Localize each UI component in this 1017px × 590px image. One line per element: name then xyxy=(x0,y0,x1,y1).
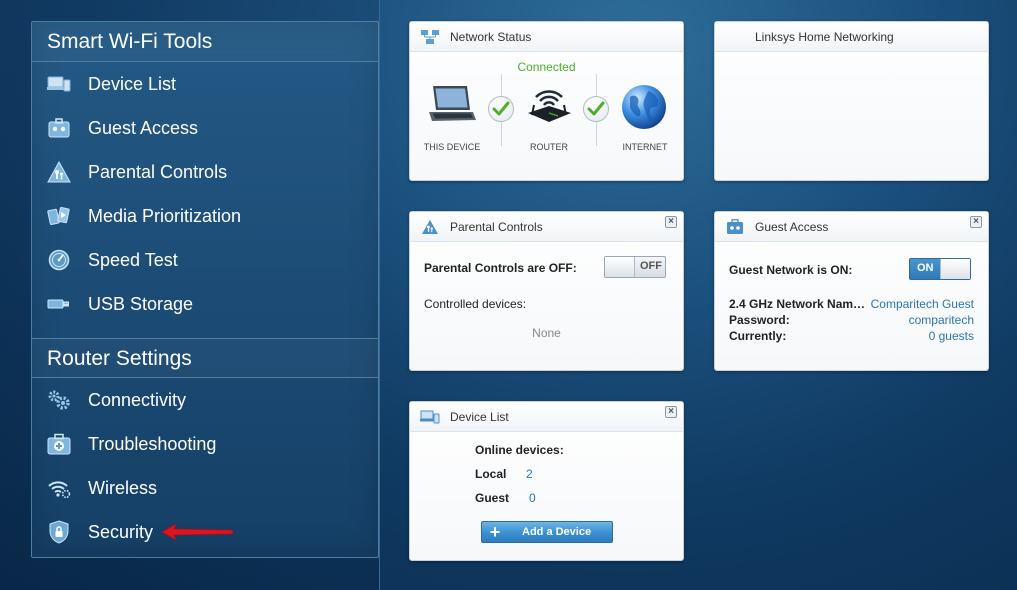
password-value[interactable]: comparitech xyxy=(909,313,974,327)
sidebar-item-device-list[interactable]: Device List xyxy=(32,62,378,106)
toggle-knob xyxy=(940,259,970,279)
sidebar-item-label: Device List xyxy=(88,73,177,94)
online-devices-label: Online devices: xyxy=(475,443,564,457)
widget-title: Device List xyxy=(450,409,509,424)
speed-test-icon xyxy=(46,247,72,273)
device-list-icon xyxy=(46,71,72,97)
widget-header: Device List × xyxy=(410,402,683,432)
guest-value[interactable]: 0 xyxy=(529,491,536,505)
widget-header: Parental Controls × xyxy=(410,212,683,242)
router-label: ROUTER xyxy=(530,142,568,152)
network-status-widget: Network Status Connected THIS DEVICE ROU… xyxy=(409,21,684,181)
guest-access-icon xyxy=(725,218,745,235)
device-list-icon xyxy=(420,409,440,425)
sidebar-item-label: Troubleshooting xyxy=(88,433,217,454)
sidebar-item-usb-storage[interactable]: USB Storage xyxy=(32,282,378,326)
sidebar-item-label: Media Prioritization xyxy=(88,205,242,226)
sidebar-menu: Smart Wi-Fi Tools Device List Guest Acce… xyxy=(31,21,379,558)
gears-icon xyxy=(46,387,72,413)
usb-storage-icon xyxy=(46,291,72,317)
sidebar-item-security[interactable]: Security xyxy=(32,510,378,554)
laptop-icon xyxy=(427,84,477,131)
sidebar-region: Smart Wi-Fi Tools Device List Guest Acce… xyxy=(0,0,380,590)
sidebar-item-label: Security xyxy=(88,521,154,542)
sidebar-item-guest-access[interactable]: Guest Access xyxy=(32,106,378,150)
local-label: Local xyxy=(475,467,507,481)
media-prioritization-icon xyxy=(46,203,72,229)
currently-label: Currently: xyxy=(729,329,787,343)
internet-label: INTERNET xyxy=(622,142,668,152)
sidebar-item-label: Speed Test xyxy=(88,249,178,270)
sidebar-item-label: Wireless xyxy=(88,477,158,498)
local-value[interactable]: 2 xyxy=(526,467,533,481)
add-device-button[interactable]: + Add a Device xyxy=(481,521,613,543)
widget-title: Network Status xyxy=(450,29,532,44)
sidebar-item-speed-test[interactable]: Speed Test xyxy=(32,238,378,282)
sidebar-item-parental-controls[interactable]: Parental Controls xyxy=(32,150,378,194)
red-arrow-icon xyxy=(160,523,236,546)
sidebar-item-wireless[interactable]: Wireless xyxy=(32,466,378,510)
currently-value[interactable]: 0 guests xyxy=(929,329,974,343)
smart-wifi-tools-title: Smart Wi-Fi Tools xyxy=(32,22,378,62)
router-settings-title: Router Settings xyxy=(32,338,378,378)
first-aid-icon xyxy=(46,431,72,457)
close-icon[interactable]: × xyxy=(665,216,677,228)
sidebar-item-label: USB Storage xyxy=(88,293,194,314)
sidebar-item-label: Guest Access xyxy=(88,117,199,138)
plus-icon: + xyxy=(489,522,501,542)
network-name-label: 2.4 GHz Network Nam… xyxy=(729,297,866,311)
guest-label: Guest xyxy=(475,491,510,505)
this-device-label: THIS DEVICE xyxy=(423,142,481,152)
widget-title: Guest Access xyxy=(755,219,829,234)
controlled-devices-value: None xyxy=(532,326,561,340)
sidebar-item-connectivity[interactable]: Connectivity xyxy=(32,378,378,422)
widget-header: Linksys Home Networking xyxy=(715,22,988,52)
wireless-icon xyxy=(46,475,72,501)
password-row: Password: comparitech xyxy=(729,313,974,327)
widget-header: Guest Access × xyxy=(715,212,988,242)
parental-status-label: Parental Controls are OFF: xyxy=(424,261,577,275)
check-icon xyxy=(583,96,609,122)
toggle-state: ON xyxy=(917,262,934,274)
parental-controls-icon xyxy=(46,159,72,185)
currently-row: Currently: 0 guests xyxy=(729,329,974,343)
close-icon[interactable]: × xyxy=(970,216,982,228)
sidebar-item-troubleshooting[interactable]: Troubleshooting xyxy=(32,422,378,466)
router-icon xyxy=(524,87,574,130)
parental-controls-icon xyxy=(420,219,440,235)
device-list-widget: Device List × Online devices: Local 2 Gu… xyxy=(409,401,684,561)
close-icon[interactable]: × xyxy=(665,406,677,418)
shield-lock-icon xyxy=(46,519,72,545)
connection-status: Connected xyxy=(517,60,576,74)
guest-status-label: Guest Network is ON: xyxy=(729,263,853,277)
toggle-state: OFF xyxy=(640,260,662,272)
globe-icon xyxy=(620,83,668,136)
guest-access-icon xyxy=(46,115,72,141)
add-device-label: Add a Device xyxy=(522,526,592,538)
network-name-value[interactable]: Comparitech Guest xyxy=(871,297,974,311)
guest-network-toggle[interactable]: ON xyxy=(909,258,971,280)
network-name-row: 2.4 GHz Network Nam… Comparitech Guest xyxy=(729,297,974,311)
linksys-home-networking-widget: Linksys Home Networking xyxy=(714,21,989,181)
check-icon xyxy=(488,96,514,122)
sidebar-item-media-prioritization[interactable]: Media Prioritization xyxy=(32,194,378,238)
guest-access-widget: Guest Access × Guest Network is ON: ON 2… xyxy=(714,211,989,371)
toggle-knob xyxy=(605,257,635,277)
password-label: Password: xyxy=(729,313,790,327)
parental-controls-toggle[interactable]: OFF xyxy=(604,256,666,278)
parental-controls-widget: Parental Controls × Parental Controls ar… xyxy=(409,211,684,371)
widget-header: Network Status xyxy=(410,22,683,52)
sidebar-item-label: Connectivity xyxy=(88,389,187,410)
network-icon xyxy=(420,29,440,45)
sidebar-item-label: Parental Controls xyxy=(88,161,228,182)
widget-title: Linksys Home Networking xyxy=(755,29,894,44)
widget-title: Parental Controls xyxy=(450,219,543,234)
controlled-devices-label: Controlled devices: xyxy=(424,297,527,311)
